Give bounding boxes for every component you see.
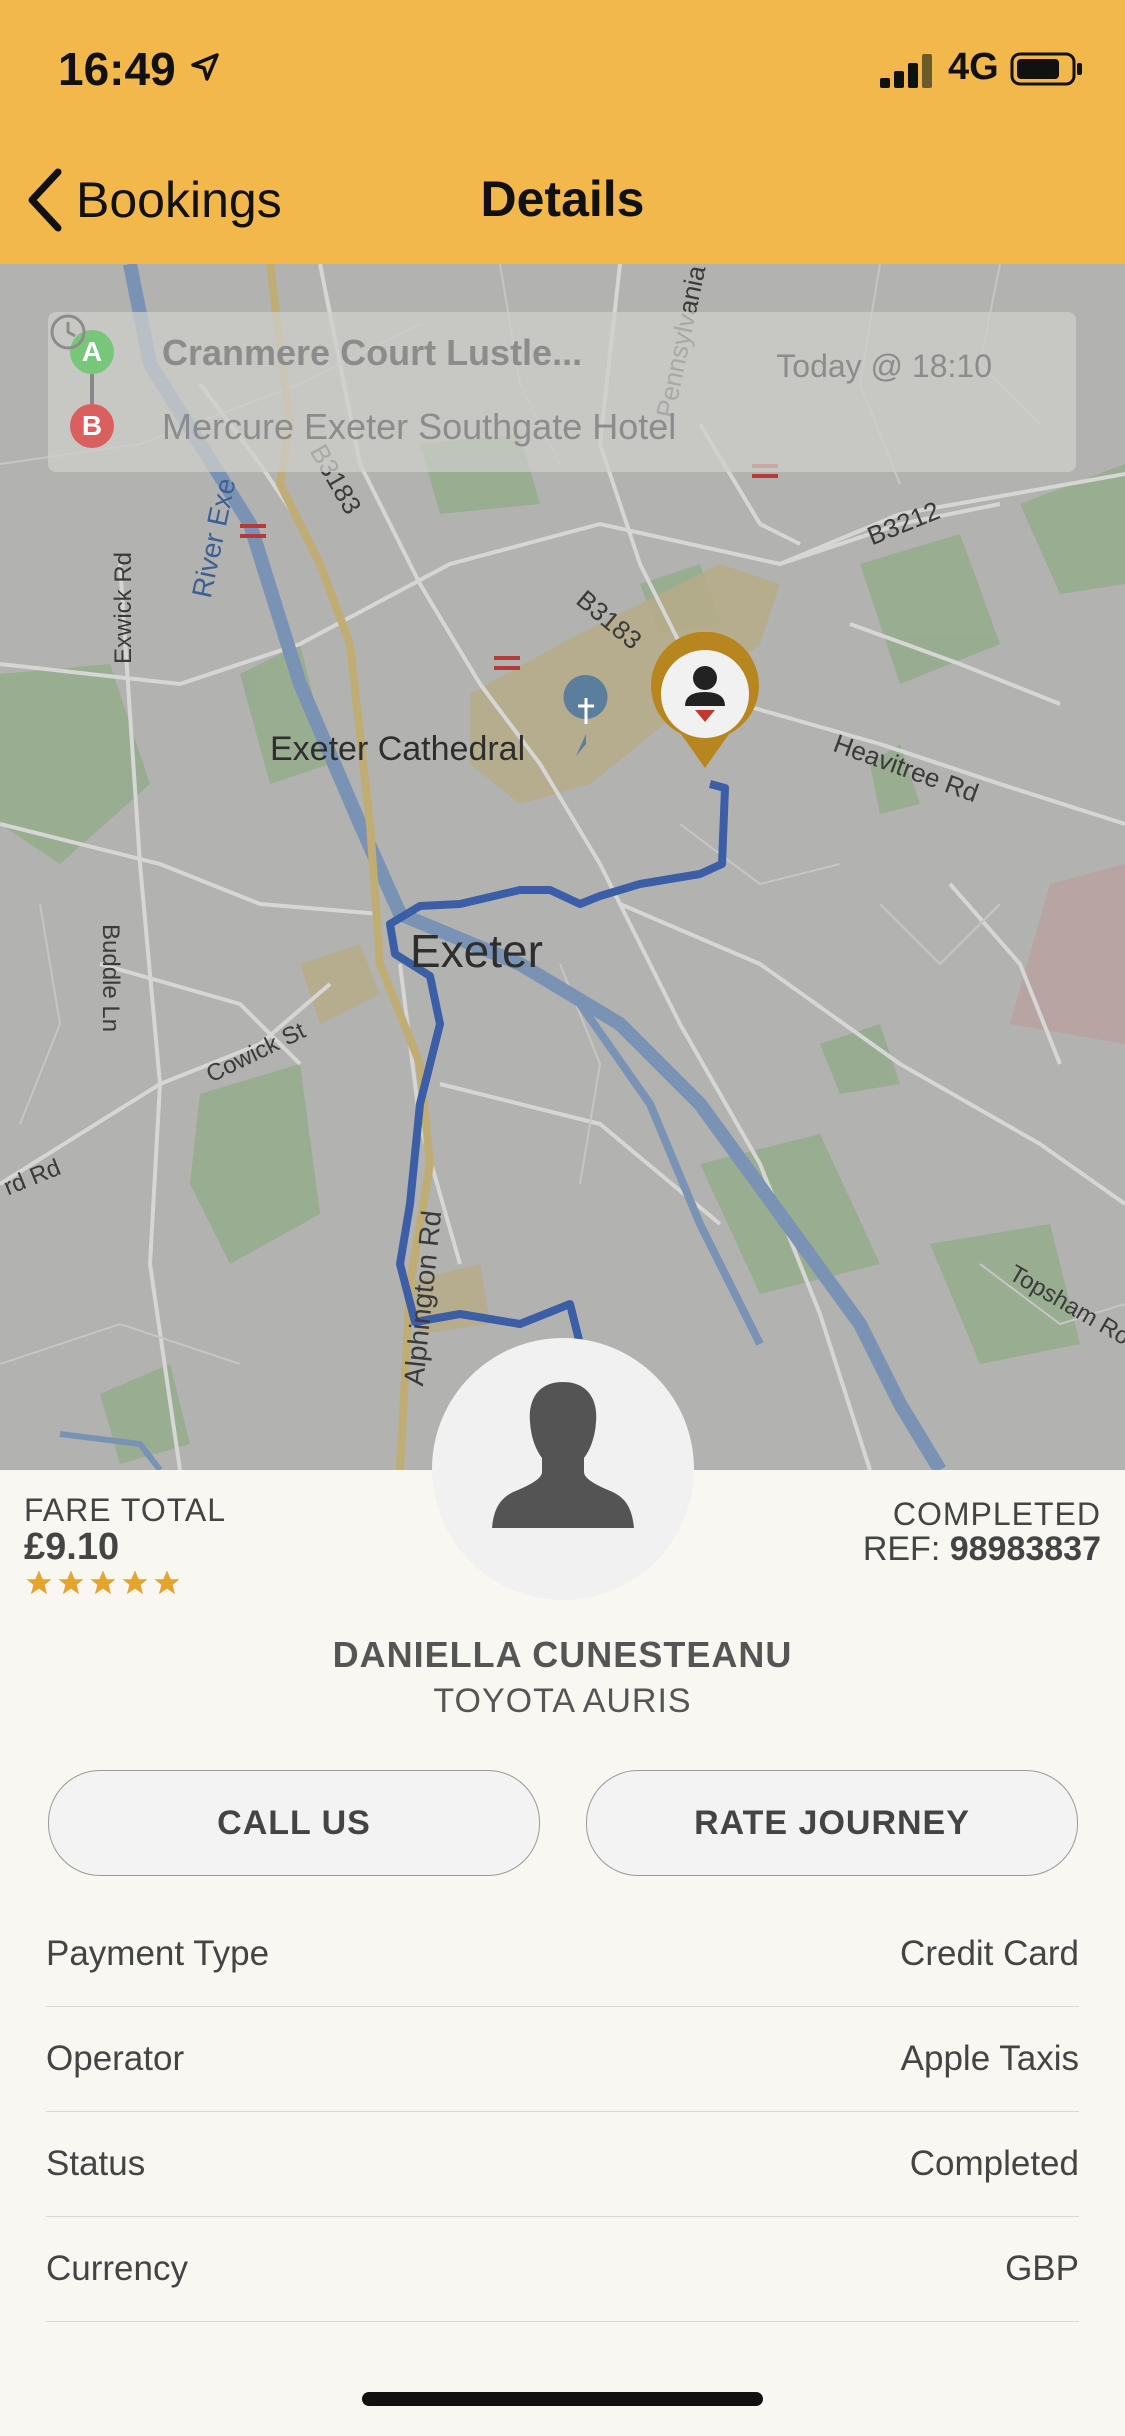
detail-label: Currency (46, 2249, 188, 2288)
star-icon (26, 1570, 52, 1595)
ref-number: 98983837 (949, 1530, 1101, 1568)
page-title: Details (480, 171, 645, 227)
home-indicator[interactable] (362, 2392, 763, 2406)
star-icon (90, 1570, 116, 1595)
location-arrow-icon (191, 53, 219, 81)
header-bar: 16:49 4G Bookings Details (0, 0, 1125, 264)
call-us-button[interactable]: CALL US (48, 1770, 540, 1876)
fare-total-value: £9.10 (24, 1526, 120, 1568)
star-icon (154, 1570, 180, 1595)
ref-prefix: REF: (862, 1530, 941, 1568)
booking-time: Today @ 18:10 (776, 348, 992, 384)
detail-label: Payment Type (46, 1934, 270, 1973)
detail-label: Status (46, 2144, 146, 2183)
detail-row-status: Status Completed (46, 2112, 1079, 2217)
detail-row-payment-type: Payment Type Credit Card (46, 1902, 1079, 2007)
driver-name: DANIELLA CUNESTEANU (332, 1634, 793, 1675)
battery-icon (1010, 52, 1082, 86)
detail-value: Completed (909, 2144, 1079, 2183)
booking-summary-card[interactable]: A B Cranmere Court Lustle... Mercure Exe… (48, 312, 1076, 472)
clock-icon (50, 314, 86, 350)
pickup-address: Cranmere Court Lustle... (162, 332, 583, 373)
detail-row-operator: Operator Apple Taxis (46, 2007, 1079, 2112)
dropoff-marker: B (70, 404, 114, 448)
detail-value: Credit Card (900, 1934, 1079, 1973)
vehicle-model: TOYOTA AURIS (433, 1682, 692, 1720)
signal-icon (880, 54, 932, 88)
driver-location-pin-icon (651, 632, 759, 768)
map-landmark-label: Exeter Cathedral (270, 730, 526, 768)
route-map[interactable]: Pennsylvania Rd B3183 B3212 B3183 Heavit… (0, 264, 1125, 1470)
booking-ref: REF: 98983837 (863, 1530, 1101, 1569)
map-road-label: Buddle Ln (97, 924, 124, 1033)
rate-journey-button[interactable]: RATE JOURNEY (586, 1770, 1078, 1876)
detail-value: Apple Taxis (900, 2039, 1079, 2078)
route-connector (90, 374, 94, 404)
rating-stars (24, 1568, 182, 1598)
map-road-label: Exwick Rd (110, 551, 137, 664)
detail-value: GBP (1005, 2249, 1079, 2288)
star-icon (58, 1570, 84, 1595)
driver-avatar (432, 1338, 694, 1600)
detail-label: Operator (46, 2039, 185, 2078)
dropoff-address: Mercure Exeter Southgate Hotel (162, 406, 677, 447)
fare-total-label: FARE TOTAL (24, 1492, 227, 1528)
person-silhouette-icon (492, 1382, 634, 1528)
detail-row-currency: Currency GBP (46, 2217, 1079, 2322)
map-city-label: Exeter (410, 925, 543, 977)
star-icon (122, 1570, 148, 1595)
status-time: 16:49 (58, 43, 176, 95)
booking-status-label: COMPLETED (892, 1496, 1101, 1532)
network-type: 4G (948, 46, 999, 88)
